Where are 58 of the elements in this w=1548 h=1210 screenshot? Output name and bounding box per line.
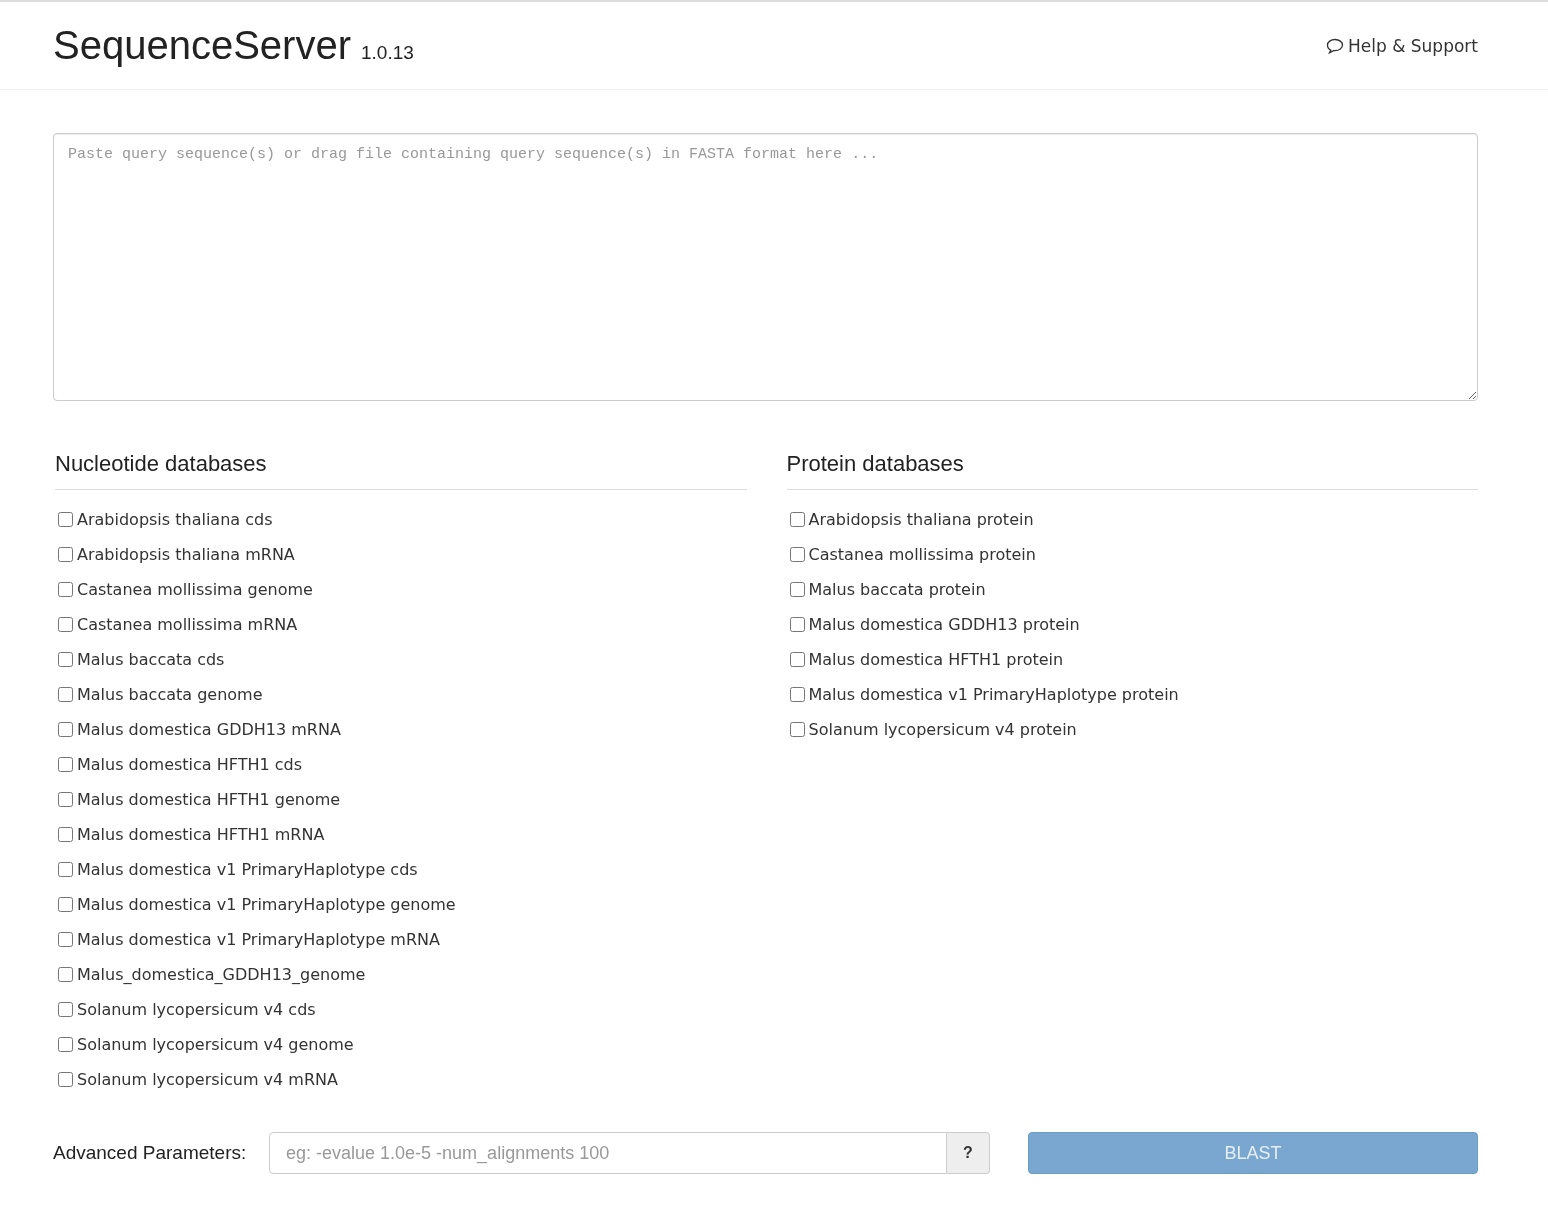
database-label[interactable]: Solanum lycopersicum v4 cds <box>77 1000 316 1019</box>
database-checkbox[interactable] <box>58 547 73 562</box>
database-checkbox[interactable] <box>58 827 73 842</box>
database-label[interactable]: Arabidopsis thaliana cds <box>77 510 273 529</box>
database-checkbox[interactable] <box>58 512 73 527</box>
database-label[interactable]: Malus_domestica_GDDH13_genome <box>77 965 366 984</box>
database-label[interactable]: Arabidopsis thaliana mRNA <box>77 545 295 564</box>
database-checkbox[interactable] <box>58 897 73 912</box>
database-label[interactable]: Malus baccata cds <box>77 650 225 669</box>
database-label[interactable]: Castanea mollissima protein <box>808 545 1036 564</box>
database-checkbox[interactable] <box>58 722 73 737</box>
database-label[interactable]: Solanum lycopersicum v4 genome <box>77 1035 354 1054</box>
database-checkbox[interactable] <box>58 1072 73 1087</box>
database-label[interactable]: Malus baccata genome <box>77 685 263 704</box>
database-checkbox[interactable] <box>58 1002 73 1017</box>
version-label: 1.0.13 <box>360 42 414 64</box>
database-label[interactable]: Arabidopsis thaliana protein <box>808 510 1034 529</box>
database-checkbox[interactable] <box>789 582 805 597</box>
advanced-parameters-field[interactable]: eg: -evalue 1.0e-5 -num_alignments 100 <box>269 1132 947 1174</box>
database-checkbox[interactable] <box>58 862 73 877</box>
database-checkbox[interactable] <box>789 512 805 527</box>
help-support-link[interactable]: Help & Support <box>1325 35 1478 56</box>
database-checkbox[interactable] <box>789 547 805 562</box>
database-checkbox[interactable] <box>789 687 805 702</box>
database-checkbox[interactable] <box>789 652 805 667</box>
database-label[interactable]: Malus domestica v1 PrimaryHaplotype mRNA <box>77 930 440 949</box>
query-sequence-field[interactable]: Paste query sequence(s) or drag file containing query sequence(s) in FASTA format here ... <box>53 133 1478 401</box>
database-label[interactable]: Malus domestica v1 PrimaryHaplotype genome <box>77 895 456 914</box>
database-checkbox[interactable] <box>789 617 805 632</box>
database-checkbox[interactable] <box>789 722 805 737</box>
app-title: SequenceServer <box>53 23 351 68</box>
database-label[interactable]: Solanum lycopersicum v4 mRNA <box>77 1070 338 1089</box>
database-label[interactable]: Malus domestica HFTH1 genome <box>77 790 341 809</box>
database-checkbox[interactable] <box>58 932 73 947</box>
database-checkbox[interactable] <box>58 687 73 702</box>
database-label[interactable]: Castanea mollissima genome <box>77 580 313 599</box>
database-label[interactable]: Malus domestica HFTH1 cds <box>77 755 303 774</box>
help-button[interactable]: ? <box>947 1132 990 1174</box>
database-label[interactable]: Solanum lycopersicum v4 protein <box>808 720 1077 739</box>
database-checkbox[interactable] <box>58 582 73 597</box>
section-heading: Protein databases <box>786 451 1478 490</box>
database-label[interactable]: Malus baccata protein <box>808 580 986 599</box>
database-label[interactable]: Malus domestica GDDH13 protein <box>808 615 1080 634</box>
section-heading: Nucleotide databases <box>55 451 747 490</box>
database-label[interactable]: Malus domestica HFTH1 protein <box>808 650 1064 669</box>
database-label[interactable]: Malus domestica HFTH1 mRNA <box>77 825 325 844</box>
database-label[interactable]: Malus domestica v1 PrimaryHaplotype cds <box>77 860 418 879</box>
database-label[interactable]: Castanea mollissima mRNA <box>77 615 298 634</box>
database-checkbox[interactable] <box>58 757 73 772</box>
database-checkbox[interactable] <box>58 652 73 667</box>
database-label[interactable]: Malus domestica GDDH13 mRNA <box>77 720 341 739</box>
advanced-parameters-label: Advanced Parameters: <box>53 1142 248 1164</box>
database-label[interactable]: Malus domestica v1 PrimaryHaplotype protein <box>808 685 1179 704</box>
database-checkbox[interactable] <box>58 792 73 807</box>
database-checkbox[interactable] <box>58 617 73 632</box>
speech-bubble-icon <box>1325 37 1344 54</box>
database-checkbox[interactable] <box>58 1037 73 1052</box>
database-checkbox[interactable] <box>58 967 73 982</box>
